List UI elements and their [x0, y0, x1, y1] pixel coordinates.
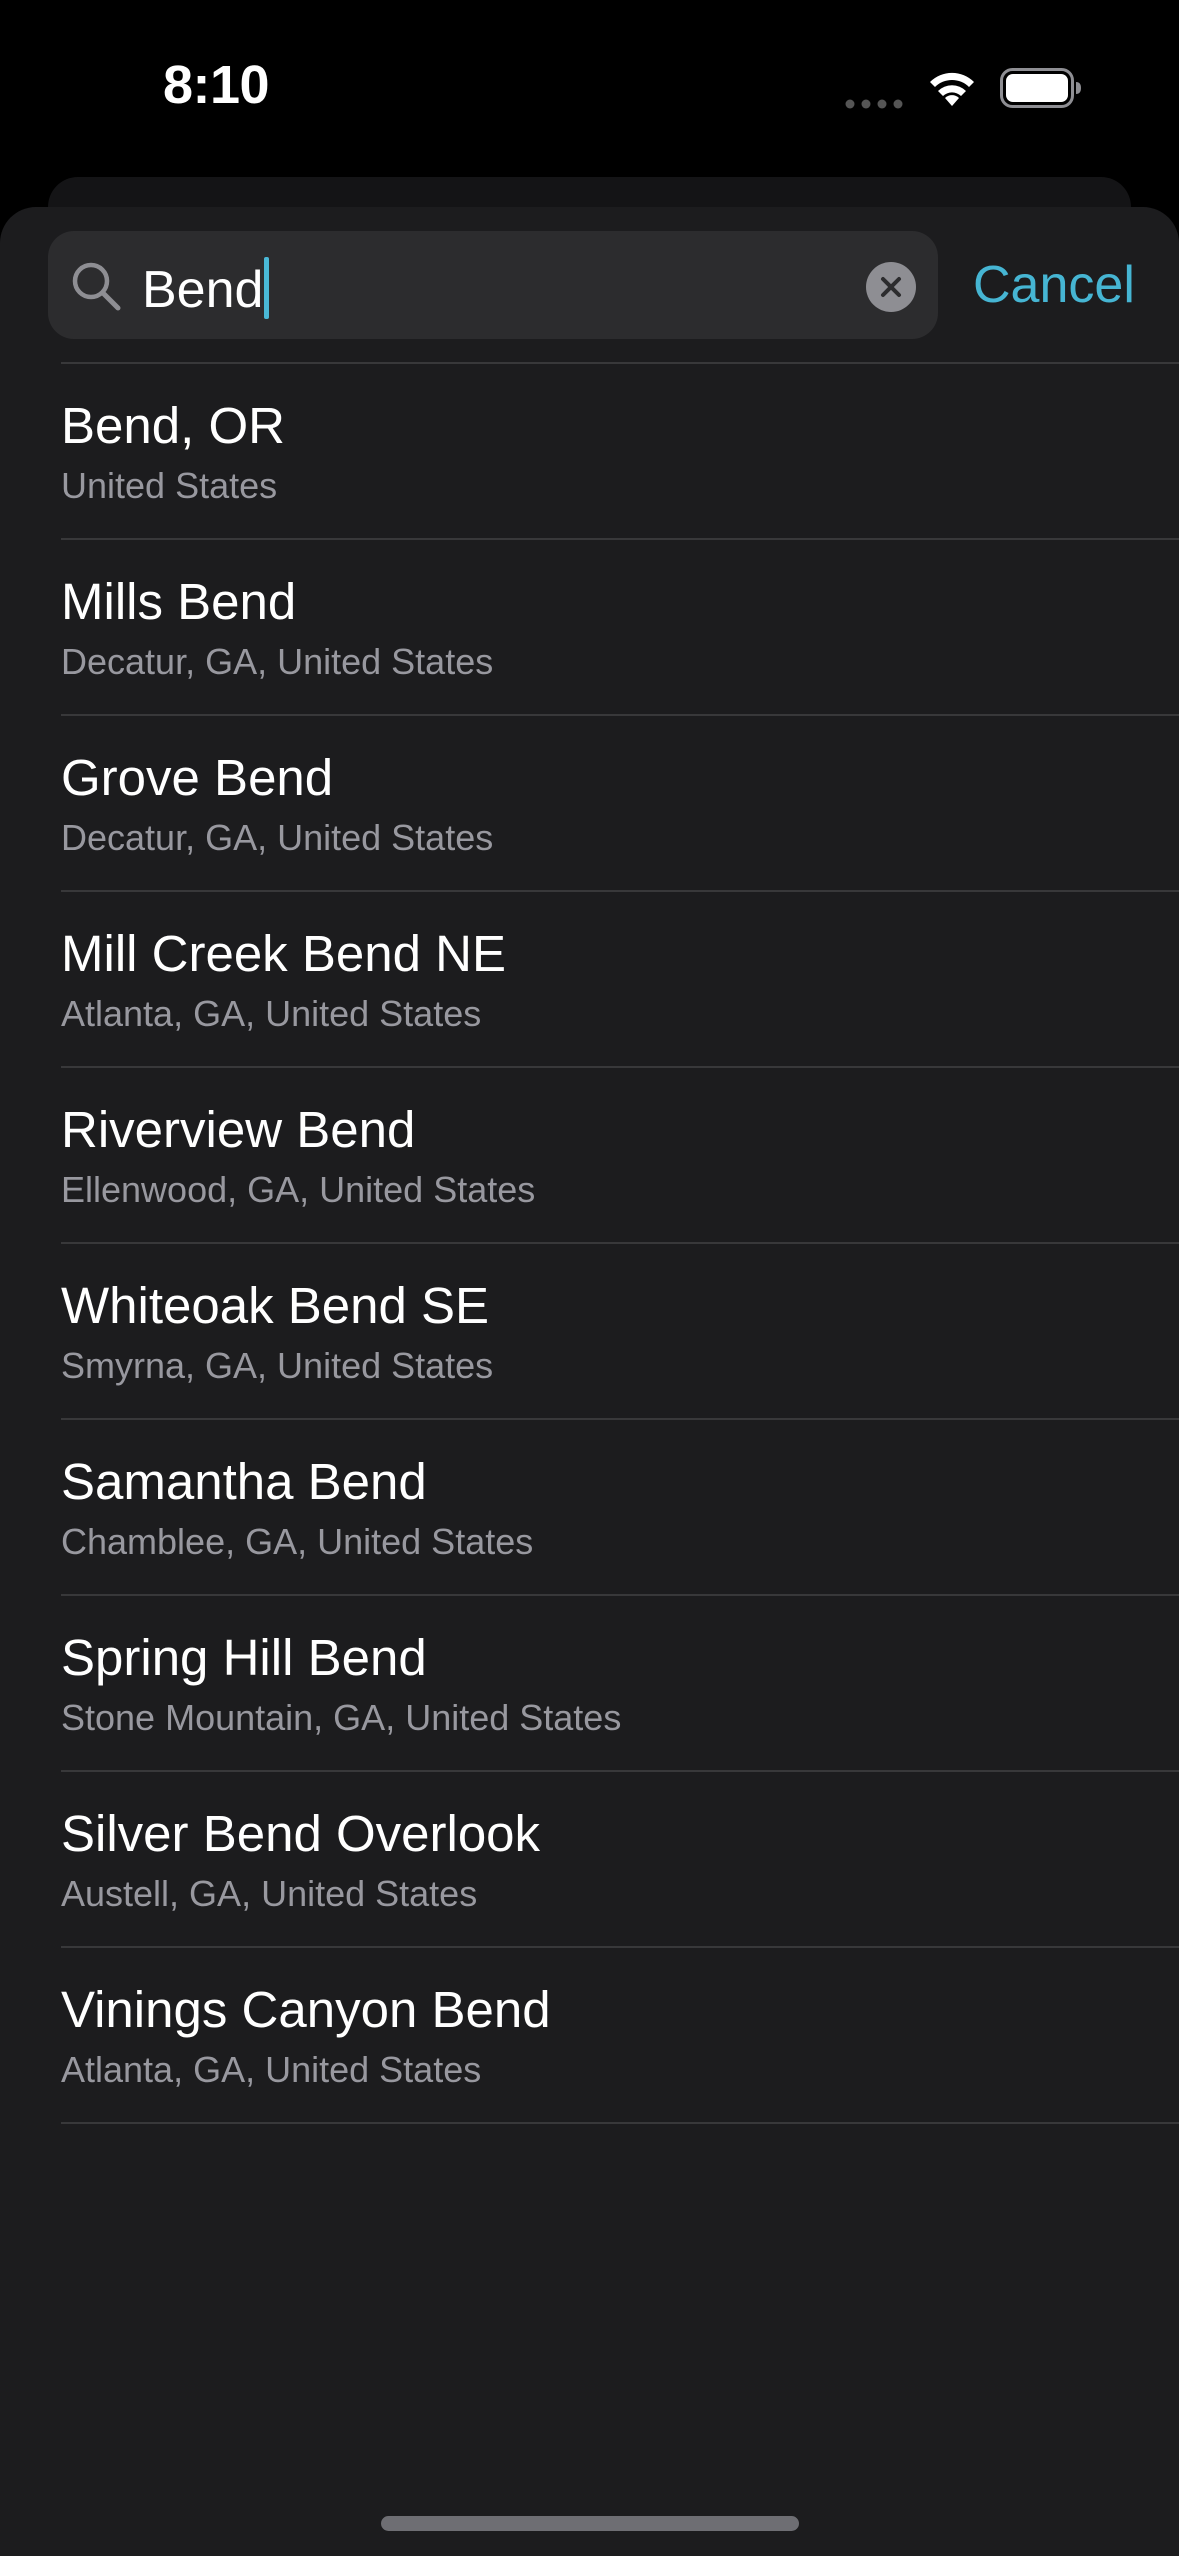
result-subtitle: Austell, GA, United States	[61, 1873, 478, 1914]
result-subtitle: Decatur, GA, United States	[61, 641, 494, 682]
result-subtitle: Ellenwood, GA, United States	[61, 1169, 536, 1210]
battery-icon	[1000, 68, 1082, 108]
list-item[interactable]: Vinings Canyon Bend Atlanta, GA, United …	[61, 1946, 1179, 2124]
result-title: Silver Bend Overlook	[61, 1805, 541, 1862]
result-subtitle: Smyrna, GA, United States	[61, 1345, 494, 1386]
result-title: Bend, OR	[61, 397, 285, 454]
status-time: 8:10	[163, 55, 270, 115]
list-item[interactable]: Samantha Bend Chamblee, GA, United State…	[61, 1418, 1179, 1594]
home-indicator[interactable]	[381, 2516, 799, 2531]
result-subtitle: Chamblee, GA, United States	[61, 1521, 534, 1562]
result-subtitle: Decatur, GA, United States	[61, 817, 494, 858]
screen: 8:10 Bend Cancel Bend, OR United States …	[0, 0, 1179, 2556]
result-title: Whiteoak Bend SE	[61, 1277, 490, 1334]
search-input-text: Bend	[142, 261, 264, 319]
cancel-button[interactable]: Cancel	[973, 255, 1135, 315]
search-results-list: Bend, OR United States Mills Bend Decatu…	[0, 362, 1179, 2124]
result-subtitle: Stone Mountain, GA, United States	[61, 1697, 622, 1738]
result-title: Spring Hill Bend	[61, 1629, 427, 1686]
list-item[interactable]: Whiteoak Bend SE Smyrna, GA, United Stat…	[61, 1242, 1179, 1418]
result-subtitle: Atlanta, GA, United States	[61, 2049, 482, 2090]
search-input-value: Bend	[142, 257, 270, 320]
list-item[interactable]: Mills Bend Decatur, GA, United States	[61, 538, 1179, 714]
list-item[interactable]: Bend, OR United States	[61, 362, 1179, 538]
text-caret	[264, 257, 270, 319]
wifi-icon	[925, 66, 979, 108]
list-item[interactable]: Riverview Bend Ellenwood, GA, United Sta…	[61, 1066, 1179, 1242]
clear-icon[interactable]	[866, 262, 916, 312]
search-bar: Bend Cancel	[48, 231, 1179, 339]
result-title: Grove Bend	[61, 749, 334, 806]
result-subtitle: Atlanta, GA, United States	[61, 993, 482, 1034]
search-input[interactable]: Bend	[48, 231, 938, 339]
cellular-signal-icon	[845, 96, 905, 109]
list-item[interactable]: Grove Bend Decatur, GA, United States	[61, 714, 1179, 890]
search-sheet: Bend Cancel Bend, OR United States Mills…	[0, 207, 1179, 2556]
result-title: Riverview Bend	[61, 1101, 416, 1158]
search-icon	[70, 260, 122, 312]
status-bar: 8:10	[0, 0, 1179, 175]
list-item[interactable]: Mill Creek Bend NE Atlanta, GA, United S…	[61, 890, 1179, 1066]
result-subtitle: United States	[61, 465, 278, 506]
result-title: Samantha Bend	[61, 1453, 427, 1510]
result-title: Mills Bend	[61, 573, 297, 630]
list-item[interactable]: Silver Bend Overlook Austell, GA, United…	[61, 1770, 1179, 1946]
result-title: Mill Creek Bend NE	[61, 925, 506, 982]
list-item[interactable]: Spring Hill Bend Stone Mountain, GA, Uni…	[61, 1594, 1179, 1770]
result-title: Vinings Canyon Bend	[61, 1981, 551, 2038]
